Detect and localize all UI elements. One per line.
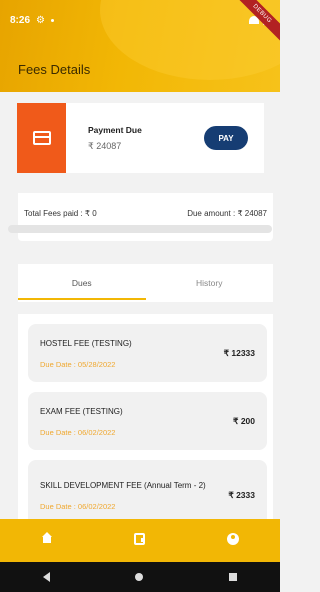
fee-due-date: Due Date : 06/02/2022	[40, 501, 116, 511]
tab-dues[interactable]: Dues	[18, 264, 146, 302]
payment-progress-bar	[8, 225, 272, 233]
fee-due-date: Due Date : 06/02/2022	[40, 427, 116, 437]
tab-history[interactable]: History	[146, 264, 274, 302]
due-item[interactable]: EXAM FEE (TESTING) Due Date : 06/02/2022…	[28, 392, 267, 450]
fee-name: SKILL DEVELOPMENT FEE (Annual Term - 2)	[40, 480, 206, 490]
fee-name: HOSTEL FEE (TESTING)	[40, 338, 132, 348]
status-bar: 8:26 ⚙	[0, 0, 280, 40]
due-item[interactable]: SKILL DEVELOPMENT FEE (Annual Term - 2) …	[28, 460, 267, 524]
due-item[interactable]: HOSTEL FEE (TESTING) Due Date : 05/28/20…	[28, 324, 267, 382]
wallet-tile	[17, 103, 66, 173]
status-time: 8:26	[10, 14, 31, 26]
fee-name: EXAM FEE (TESTING)	[40, 406, 123, 416]
fee-amount: ₹ 2333	[228, 489, 255, 500]
system-home-icon[interactable]	[135, 573, 144, 581]
due-amount: Due amount : ₹ 24087	[187, 209, 267, 218]
fee-amount: ₹ 200	[233, 415, 255, 426]
fee-due-date: Due Date : 05/28/2022	[40, 359, 116, 369]
payment-due-label: Payment Due	[88, 124, 142, 135]
app-header: 8:26 ⚙ DEBUG Fees Details	[0, 0, 280, 92]
bottom-navigation	[0, 519, 280, 562]
dues-list[interactable]: HOSTEL FEE (TESTING) Due Date : 05/28/20…	[18, 314, 273, 524]
pay-button[interactable]: PAY	[204, 126, 248, 150]
fees-summary-text: Total Fees paid : ₹ 0 Due amount : ₹ 240…	[18, 193, 273, 219]
payment-due-amount: ₹ 24087	[88, 140, 122, 151]
fees-tabs: Dues History	[18, 264, 273, 302]
home-icon[interactable]	[32, 531, 62, 548]
notification-dot-icon	[50, 18, 54, 22]
total-fees-paid: Total Fees paid : ₹ 0	[24, 209, 97, 218]
system-back-icon[interactable]	[42, 572, 50, 582]
payment-due-info: Payment Due ₹ 24087	[88, 125, 142, 152]
profile-icon[interactable]	[218, 533, 248, 548]
fee-amount: ₹ 12333	[223, 347, 255, 358]
payment-due-card: Payment Due ₹ 24087 PAY	[17, 103, 264, 173]
wallet-icon	[32, 131, 51, 145]
receipt-icon[interactable]	[125, 533, 155, 548]
system-navigation-bar	[0, 562, 280, 592]
system-recents-icon[interactable]	[229, 573, 238, 581]
page-title: Fees Details	[18, 62, 91, 77]
settings-status-icon: ⚙	[36, 14, 45, 26]
